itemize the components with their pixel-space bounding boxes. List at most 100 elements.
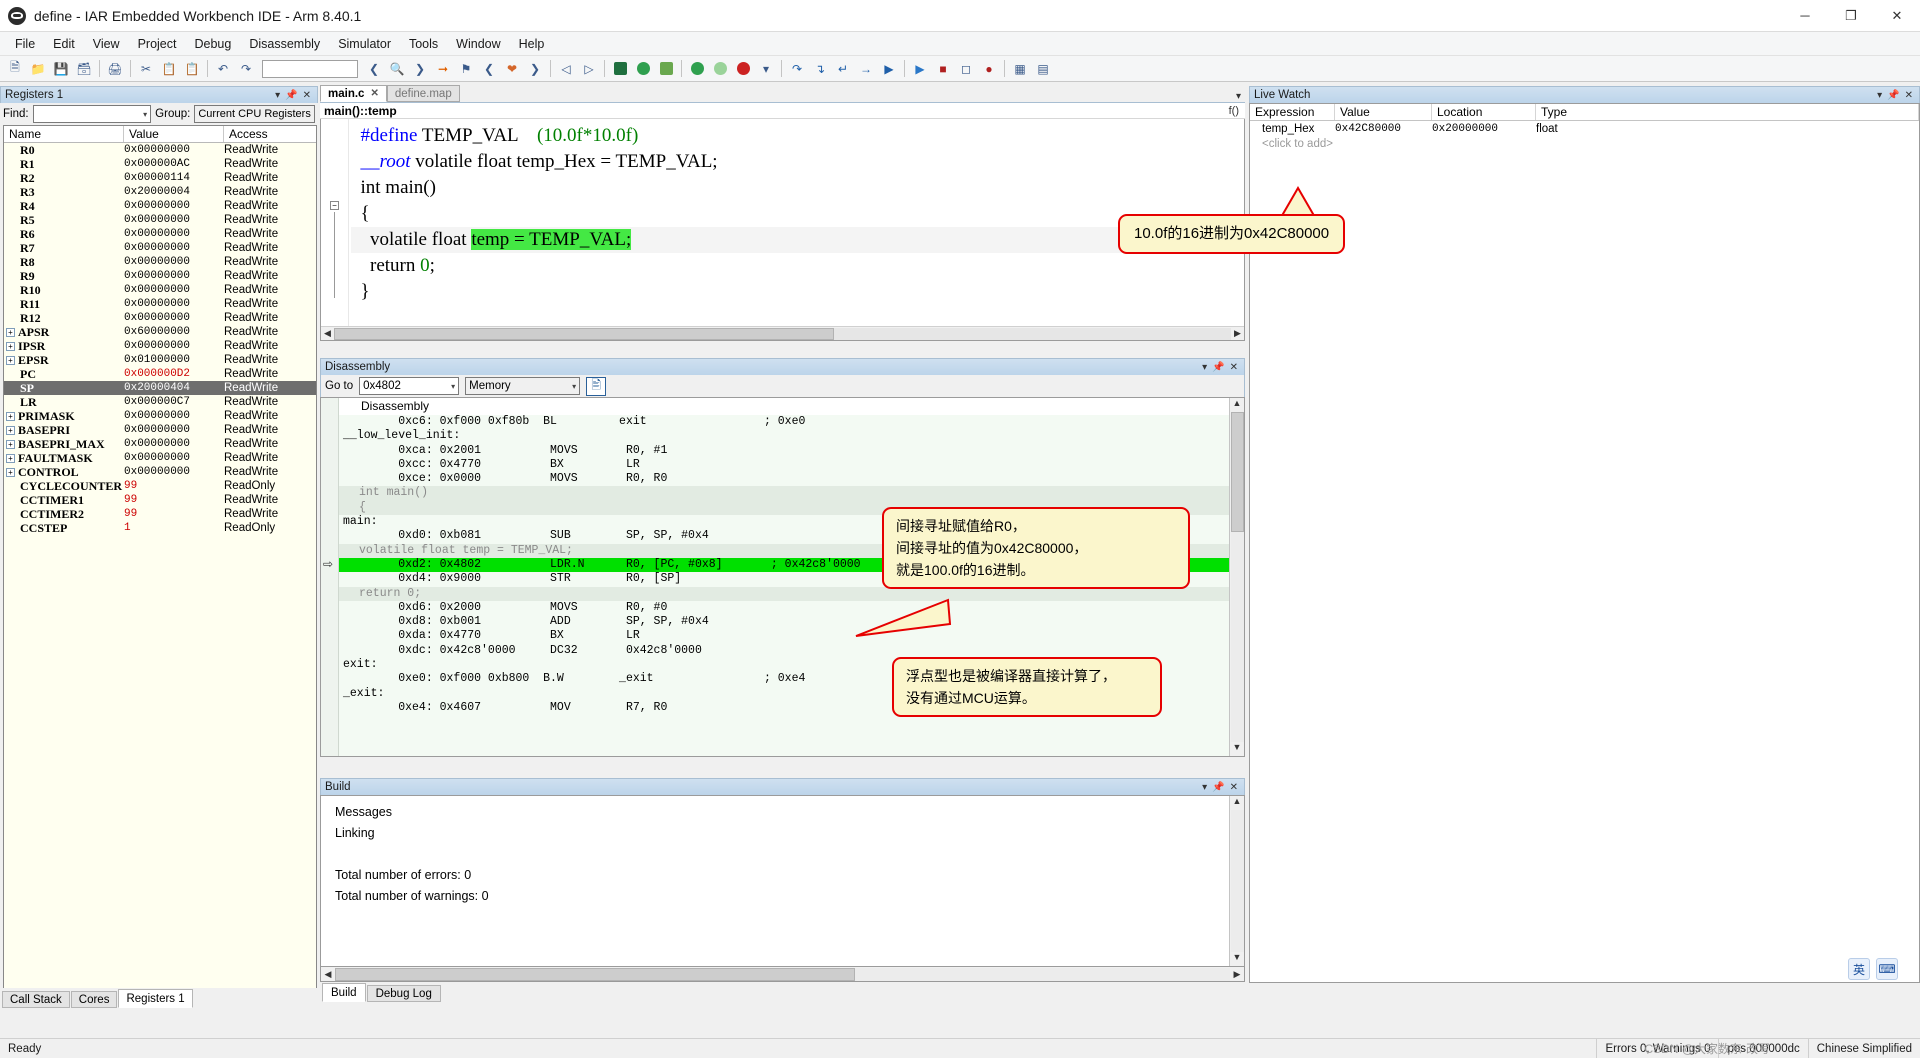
disassembly-line[interactable]: 0xda: 0x4770 BX LR bbox=[339, 629, 1229, 643]
register-row[interactable]: R1 0x000000AC ReadWrite bbox=[4, 157, 316, 171]
toggle-mixed-mode-icon[interactable]: 🖹 bbox=[586, 376, 607, 396]
build-vertical-scrollbar[interactable]: ▲ ▼ bbox=[1229, 796, 1244, 966]
register-value[interactable]: 99 bbox=[124, 480, 224, 492]
go-icon[interactable]: ▶ bbox=[909, 58, 931, 80]
navigate-forward-icon[interactable]: ▷ bbox=[578, 58, 600, 80]
register-row[interactable]: PC 0x000000D2 ReadWrite bbox=[4, 367, 316, 381]
register-row[interactable]: R12 0x00000000 ReadWrite bbox=[4, 311, 316, 325]
scroll-up-icon[interactable]: ▲ bbox=[1233, 796, 1242, 810]
editor-tab-define-map[interactable]: define.map bbox=[386, 85, 460, 102]
tab-debug-log[interactable]: Debug Log bbox=[366, 985, 441, 1002]
register-value[interactable]: 0x00000000 bbox=[124, 144, 224, 156]
disassembly-line[interactable]: 0xc6: 0xf000 0xf80b BL exit ; 0xe0 bbox=[339, 415, 1229, 429]
register-row[interactable]: CYCLECOUNTER 99 ReadOnly bbox=[4, 479, 316, 493]
register-value[interactable]: 0x00000114 bbox=[124, 172, 224, 184]
register-row[interactable]: R8 0x00000000 ReadWrite bbox=[4, 255, 316, 269]
register-row[interactable]: R11 0x00000000 ReadWrite bbox=[4, 297, 316, 311]
disassembly-line[interactable]: int main() bbox=[339, 486, 1229, 501]
disassembly-view-icon[interactable]: ▤ bbox=[1032, 58, 1054, 80]
tab-cores[interactable]: Cores bbox=[70, 991, 118, 1008]
minimize-button[interactable]: ─ bbox=[1782, 0, 1828, 32]
disassembly-margin[interactable]: ⇨ bbox=[321, 398, 339, 756]
menu-tools[interactable]: Tools bbox=[400, 34, 447, 54]
register-value[interactable]: 0x00000000 bbox=[124, 200, 224, 212]
live-watch-table[interactable]: Expression Value Location Type temp_Hex 0… bbox=[1249, 103, 1920, 983]
code-line[interactable]: return 0; bbox=[351, 253, 1244, 279]
find-icon[interactable]: 🔍 bbox=[386, 58, 408, 80]
memory-zone-select[interactable]: Memory ▾ bbox=[465, 377, 581, 395]
fold-collapse-icon[interactable]: − bbox=[330, 201, 339, 210]
register-value[interactable]: 0x00000000 bbox=[124, 424, 224, 436]
register-row[interactable]: R7 0x00000000 ReadWrite bbox=[4, 241, 316, 255]
scrollbar-track[interactable] bbox=[334, 327, 1231, 340]
menu-edit[interactable]: Edit bbox=[44, 34, 84, 54]
close-icon[interactable]: ✕ bbox=[370, 88, 378, 99]
register-value[interactable]: 0x00000000 bbox=[124, 438, 224, 450]
next-statement-icon[interactable]: → bbox=[855, 58, 877, 80]
disassembly-vertical-scrollbar[interactable]: ▲ ▼ bbox=[1229, 398, 1244, 756]
scrollbar-thumb[interactable] bbox=[334, 327, 834, 340]
download-debug-icon[interactable] bbox=[686, 58, 708, 80]
build-horizontal-scrollbar[interactable]: ◀ ▶ bbox=[320, 967, 1245, 982]
panel-close-icon[interactable]: ✕ bbox=[1905, 90, 1913, 101]
register-row[interactable]: R6 0x00000000 ReadWrite bbox=[4, 227, 316, 241]
register-group-select[interactable]: Current CPU Registers bbox=[194, 105, 315, 123]
print-icon[interactable]: 🖨 bbox=[104, 58, 126, 80]
make-icon[interactable] bbox=[632, 58, 654, 80]
disassembly-line[interactable]: 0xcc: 0x4770 BX LR bbox=[339, 458, 1229, 472]
compile-icon[interactable] bbox=[609, 58, 631, 80]
register-value[interactable]: 0x00000000 bbox=[124, 410, 224, 422]
quick-search-combo[interactable] bbox=[262, 59, 358, 78]
expand-icon[interactable]: + bbox=[6, 355, 15, 365]
disassembly-line[interactable]: 0xd8: 0xb001 ADD SP, SP, #0x4 bbox=[339, 615, 1229, 629]
live-watch-row[interactable]: temp_Hex 0x42C80000 0x20000000 float bbox=[1250, 121, 1919, 136]
register-row[interactable]: R0 0x00000000 ReadWrite bbox=[4, 143, 316, 157]
disassembly-line[interactable]: 0xdc: 0x42c8'0000 DC32 0x42c8'0000 bbox=[339, 644, 1229, 658]
register-row[interactable]: R5 0x00000000 ReadWrite bbox=[4, 213, 316, 227]
build-output[interactable]: Messages Linking Total number of errors: … bbox=[320, 795, 1245, 967]
build-all-icon[interactable] bbox=[655, 58, 677, 80]
disassembly-line[interactable]: __low_level_init: bbox=[339, 429, 1229, 443]
menu-view[interactable]: View bbox=[84, 34, 129, 54]
register-value[interactable]: 0x00000000 bbox=[124, 256, 224, 268]
register-value[interactable]: 0x000000AC bbox=[124, 158, 224, 170]
scroll-up-icon[interactable]: ▲ bbox=[1233, 398, 1242, 412]
scroll-right-icon[interactable]: ▶ bbox=[1230, 969, 1244, 980]
code-line[interactable]: { bbox=[351, 201, 1244, 227]
undo-icon[interactable]: ↶ bbox=[212, 58, 234, 80]
register-value[interactable]: 99 bbox=[124, 508, 224, 520]
editor-tab-main-c[interactable]: main.c ✕ bbox=[320, 85, 387, 102]
expand-icon[interactable]: + bbox=[6, 341, 15, 351]
code-line[interactable]: #define TEMP_VAL (10.0f*10.0f) bbox=[351, 123, 1244, 149]
register-row[interactable]: CCTIMER1 99 ReadWrite bbox=[4, 493, 316, 507]
code-editor[interactable]: − #define TEMP_VAL (10.0f*10.0f) __root … bbox=[320, 119, 1245, 341]
scrollbar-track[interactable] bbox=[1230, 412, 1244, 742]
chevron-down-icon[interactable]: ▾ bbox=[572, 382, 579, 391]
run-to-cursor-icon[interactable]: ▶ bbox=[878, 58, 900, 80]
memory-view-icon[interactable]: ▦ bbox=[1009, 58, 1031, 80]
close-button[interactable]: ✕ bbox=[1874, 0, 1920, 32]
register-value[interactable]: 0x20000404 bbox=[124, 382, 224, 394]
navigate-back-icon[interactable]: ◁ bbox=[555, 58, 577, 80]
register-value[interactable]: 0x000000C7 bbox=[124, 396, 224, 408]
panel-dropdown-icon[interactable]: ▾ bbox=[1202, 782, 1207, 793]
scrollbar-track[interactable] bbox=[335, 967, 1230, 981]
scroll-left-icon[interactable]: ◀ bbox=[321, 328, 334, 339]
menu-file[interactable]: File bbox=[6, 34, 44, 54]
panel-close-icon[interactable]: ✕ bbox=[1230, 782, 1238, 793]
watch-type[interactable]: float bbox=[1536, 123, 1919, 135]
panel-pin-icon[interactable]: 📌 bbox=[1212, 362, 1224, 373]
menu-help[interactable]: Help bbox=[510, 34, 554, 54]
expand-icon[interactable]: + bbox=[6, 453, 15, 463]
panel-close-icon[interactable]: ✕ bbox=[303, 90, 311, 101]
register-row[interactable]: R4 0x00000000 ReadWrite bbox=[4, 199, 316, 213]
register-row[interactable]: R3 0x20000004 ReadWrite bbox=[4, 185, 316, 199]
panel-pin-icon[interactable]: 📌 bbox=[1212, 782, 1224, 793]
column-header-expression[interactable]: Expression bbox=[1250, 104, 1335, 120]
step-over-icon[interactable]: ↷ bbox=[786, 58, 808, 80]
register-value[interactable]: 0x00000000 bbox=[124, 270, 224, 282]
register-row[interactable]: LR 0x000000C7 ReadWrite bbox=[4, 395, 316, 409]
expand-icon[interactable]: + bbox=[6, 439, 15, 449]
paste-icon[interactable]: 📋 bbox=[181, 58, 203, 80]
scroll-right-icon[interactable]: ▶ bbox=[1231, 328, 1244, 339]
